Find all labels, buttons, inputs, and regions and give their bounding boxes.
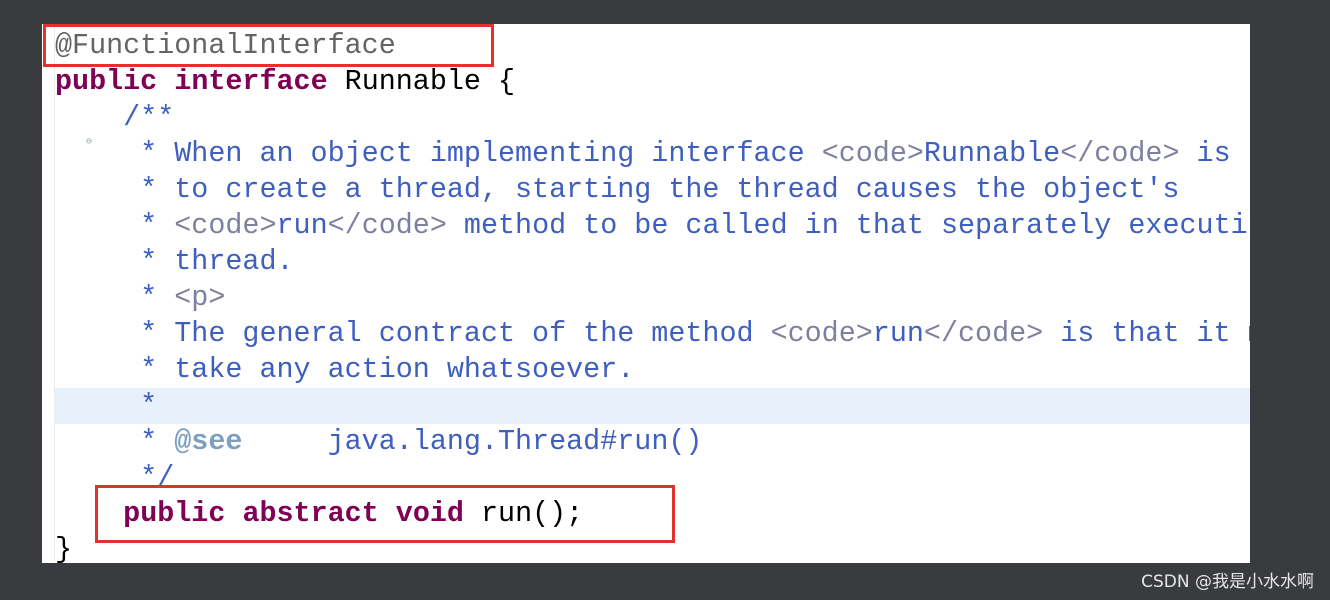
code-line[interactable]: public interface Runnable { bbox=[55, 64, 1250, 100]
code-token: } bbox=[55, 533, 73, 563]
code-line[interactable]: /** bbox=[55, 100, 1250, 136]
code-token: </code> bbox=[327, 209, 447, 242]
code-token: Runnable bbox=[923, 137, 1061, 170]
code-token: </code> bbox=[1060, 137, 1180, 170]
code-editor[interactable]: ⊖ @FunctionalInterface public interface R… bbox=[42, 24, 1250, 563]
code-line[interactable]: * bbox=[55, 388, 1250, 424]
code-token: run bbox=[276, 209, 328, 242]
code-line[interactable]: * thread. bbox=[55, 244, 1250, 280]
code-token: * to create a thread, starting the threa… bbox=[55, 173, 1180, 206]
code-token: is that it may bbox=[1060, 317, 1250, 350]
code-token: interface bbox=[174, 65, 328, 98]
code-token: /** bbox=[55, 101, 175, 134]
code-token: * bbox=[55, 209, 175, 242]
code-token: * bbox=[55, 389, 158, 422]
code-line[interactable]: * <code>run</code> method to be called i… bbox=[55, 208, 1250, 244]
method-highlight-box bbox=[95, 485, 675, 543]
code-token: method to be called in that separately e… bbox=[446, 209, 1250, 242]
code-line[interactable]: * take any action whatsoever. bbox=[55, 352, 1250, 388]
editor-gutter bbox=[42, 24, 55, 563]
code-token: * When an object implementing interface bbox=[55, 137, 822, 170]
code-line[interactable]: * @see java.lang.Thread#run() bbox=[55, 424, 1250, 460]
code-token: <code> bbox=[821, 137, 924, 170]
code-token: * take any action whatsoever. bbox=[55, 353, 635, 386]
code-token: Runnable { bbox=[327, 65, 516, 98]
code-token: <code> bbox=[174, 209, 277, 242]
code-token: * The general contract of the method bbox=[55, 317, 771, 350]
code-token: @see bbox=[174, 425, 243, 458]
code-token: </code> bbox=[923, 317, 1044, 350]
code-area[interactable]: @FunctionalInterface public interface Run… bbox=[55, 28, 1250, 563]
code-token: java.lang.Thread#run() bbox=[242, 425, 703, 458]
code-token: * bbox=[55, 425, 175, 458]
code-token: run bbox=[872, 317, 924, 350]
code-token: is used bbox=[1196, 137, 1250, 170]
code-token: <p> bbox=[174, 281, 226, 314]
code-line[interactable]: * The general contract of the method <co… bbox=[55, 316, 1250, 352]
code-token: * bbox=[55, 281, 175, 314]
code-line[interactable]: * When an object implementing interface … bbox=[55, 136, 1250, 172]
code-token: public bbox=[55, 65, 158, 98]
code-token: * thread. bbox=[55, 245, 294, 278]
annotation-highlight-box bbox=[43, 24, 494, 67]
watermark: CSDN @我是小水水啊 bbox=[1141, 572, 1314, 592]
code-line[interactable]: * <p> bbox=[55, 280, 1250, 316]
code-line[interactable]: * to create a thread, starting the threa… bbox=[55, 172, 1250, 208]
code-token: <code> bbox=[770, 317, 873, 350]
